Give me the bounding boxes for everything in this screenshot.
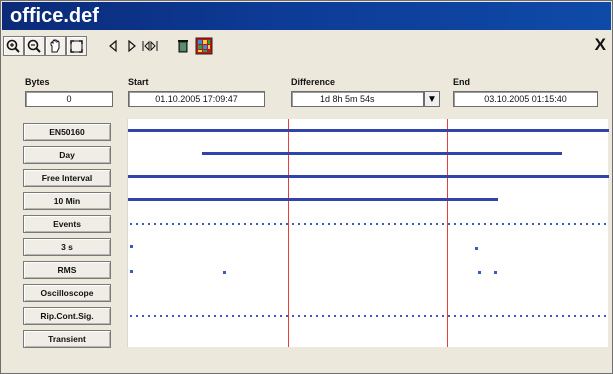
multicolor-grid-icon[interactable] — [193, 36, 214, 56]
window-title: office.def — [2, 2, 611, 30]
channel-button-oscilloscope[interactable]: Oscilloscope — [23, 284, 111, 302]
rms-event-4 — [494, 271, 497, 274]
ten-min-trace — [128, 198, 498, 201]
day-trace — [202, 152, 562, 155]
timeline-plot[interactable] — [127, 119, 609, 347]
three-s-event-1 — [130, 245, 133, 248]
toolbar — [1, 32, 612, 60]
trash-icon[interactable] — [172, 36, 193, 56]
difference-label: Difference — [291, 77, 336, 87]
end-label: End — [453, 77, 470, 87]
free-interval-trace — [128, 175, 609, 178]
channel-button-rms[interactable]: RMS — [23, 261, 111, 279]
rms-event-1 — [130, 270, 133, 273]
channel-button-en50160[interactable]: EN50160 — [23, 123, 111, 141]
zoom-out-icon[interactable] — [24, 36, 45, 56]
rms-event-3 — [478, 271, 481, 274]
bytes-field[interactable]: 0 — [25, 91, 113, 107]
bytes-label: Bytes — [25, 77, 50, 87]
range-icon[interactable] — [139, 36, 160, 56]
difference-select[interactable]: 1d 8h 5m 54s — [291, 91, 424, 107]
start-time-field[interactable]: 01.10.2005 17:09:47 — [128, 91, 265, 107]
rms-event-2 — [223, 271, 226, 274]
close-icon[interactable]: X — [595, 35, 606, 55]
events-trace — [130, 223, 608, 225]
zoom-in-icon[interactable] — [3, 36, 24, 56]
three-s-event-2 — [475, 247, 478, 250]
fit-screen-icon[interactable] — [66, 36, 87, 56]
channel-button-events[interactable]: Events — [23, 215, 111, 233]
channel-button-free-interval[interactable]: Free Interval — [23, 169, 111, 187]
start-label: Start — [128, 77, 149, 87]
app-window: office.def X Bytes 0 Start 01.10.2005 17… — [0, 0, 613, 374]
hand-icon[interactable] — [45, 36, 66, 56]
channel-button-transient[interactable]: Transient — [23, 330, 111, 348]
channel-button-10-min[interactable]: 10 Min — [23, 192, 111, 210]
chevron-down-icon[interactable]: ▼ — [424, 91, 440, 107]
rip-cont-sig-trace — [130, 315, 608, 317]
end-time-field[interactable]: 03.10.2005 01:15:40 — [453, 91, 598, 107]
channel-button-day[interactable]: Day — [23, 146, 111, 164]
channel-button-3-s[interactable]: 3 s — [23, 238, 111, 256]
en50160-trace — [128, 129, 609, 132]
channel-button-rip-cont-sig[interactable]: Rip.Cont.Sig. — [23, 307, 111, 325]
triangle-left-icon[interactable] — [102, 36, 123, 56]
